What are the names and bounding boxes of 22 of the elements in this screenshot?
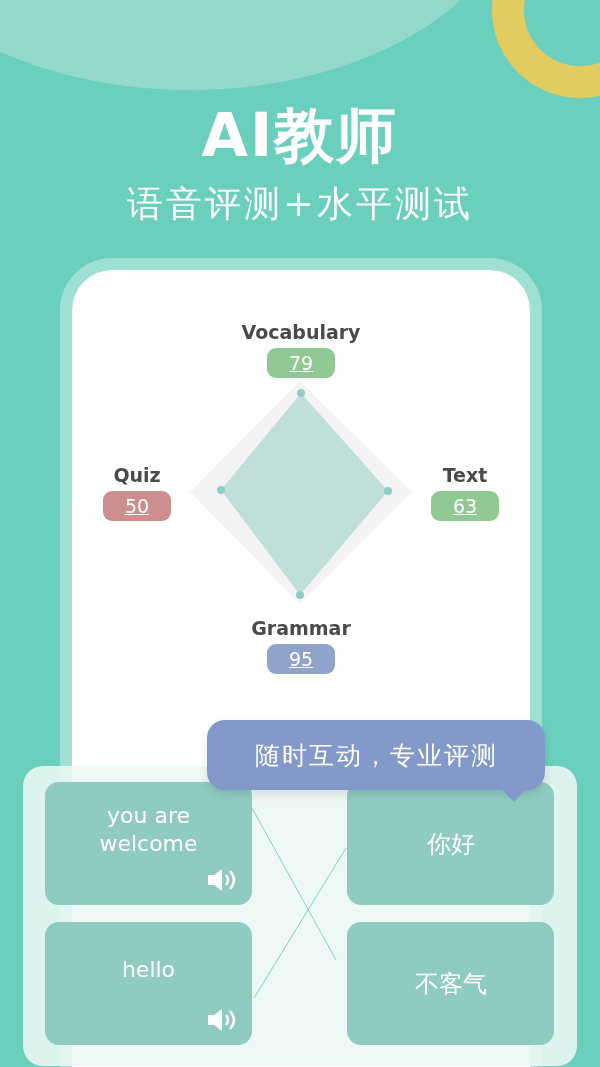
word-card[interactable]: you are welcome xyxy=(45,782,252,905)
score-label: Grammar xyxy=(251,616,351,640)
card-text: 不客气 xyxy=(414,969,487,998)
score-label: Quiz xyxy=(113,463,161,487)
card-text: 你好 xyxy=(426,829,475,858)
score-label: Text xyxy=(442,463,488,487)
score-badge: 63 xyxy=(431,491,499,521)
speaker-icon[interactable] xyxy=(206,1007,236,1033)
card-text: you are welcome xyxy=(98,801,199,858)
score-badge: 50 xyxy=(103,491,171,521)
word-card[interactable]: 你好 xyxy=(347,782,554,905)
title: AI教师 xyxy=(201,99,399,172)
speaker-icon[interactable] xyxy=(206,867,236,893)
score-badge: 95 xyxy=(267,644,335,674)
bubble-tail xyxy=(500,788,528,802)
word-card[interactable]: hello xyxy=(45,922,252,1045)
card-text: hello xyxy=(121,955,176,984)
score-label: Vocabulary xyxy=(241,320,361,344)
speech-bubble: 随时互动，专业评测 xyxy=(207,720,545,790)
subtitle: 语音评测+水平测试 xyxy=(127,182,473,226)
word-card[interactable]: 不客气 xyxy=(347,922,554,1045)
score-badge: 79 xyxy=(267,348,335,378)
